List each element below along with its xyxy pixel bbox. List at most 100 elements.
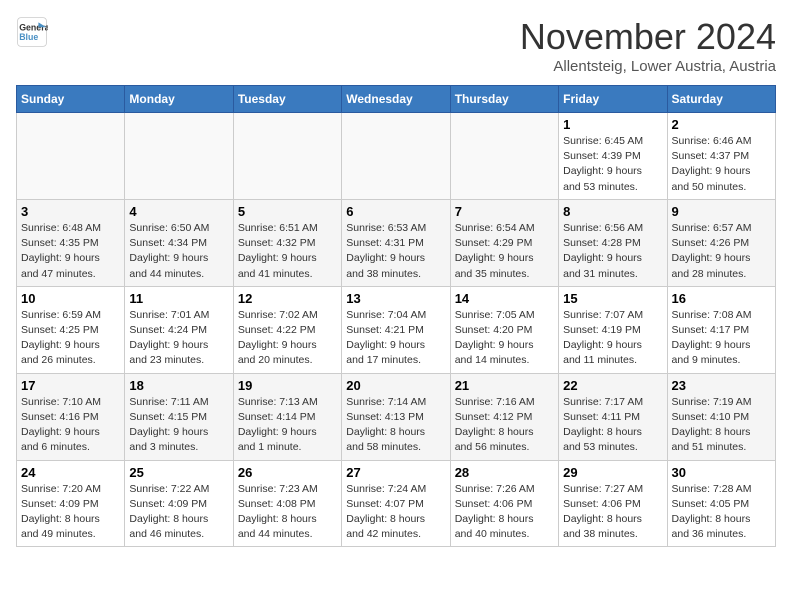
day-number: 30 (672, 465, 771, 480)
calendar-cell: 14 Sunrise: 7:05 AM Sunset: 4:20 PM Dayli… (450, 286, 558, 373)
calendar-cell: 24 Sunrise: 7:20 AM Sunset: 4:09 PM Dayli… (17, 460, 125, 547)
day-info: Sunrise: 7:16 AM Sunset: 4:12 PM Dayligh… (455, 395, 554, 456)
calendar-cell: 18 Sunrise: 7:11 AM Sunset: 4:15 PM Dayli… (125, 373, 233, 460)
calendar-cell: 26 Sunrise: 7:23 AM Sunset: 4:08 PM Dayli… (233, 460, 341, 547)
day-info: Sunrise: 7:19 AM Sunset: 4:10 PM Dayligh… (672, 395, 771, 456)
calendar-cell: 28Sunrise: 7:26 AM Sunset: 4:06 PM Dayli… (450, 460, 558, 547)
day-info: Sunrise: 6:45 AM Sunset: 4:39 PM Dayligh… (563, 134, 662, 195)
day-number: 15 (563, 291, 662, 306)
day-number: 18 (129, 378, 228, 393)
calendar-cell: 20 Sunrise: 7:14 AM Sunset: 4:13 PM Dayli… (342, 373, 450, 460)
calendar-cell: 27Sunrise: 7:24 AM Sunset: 4:07 PM Dayli… (342, 460, 450, 547)
calendar-cell: 17 Sunrise: 7:10 AM Sunset: 4:16 PM Dayli… (17, 373, 125, 460)
day-info: Sunrise: 6:50 AM Sunset: 4:34 PM Dayligh… (129, 221, 228, 282)
header: General Blue November 2024 Allentsteig, … (16, 16, 776, 75)
calendar-cell: 1 Sunrise: 6:45 AM Sunset: 4:39 PM Daylig… (559, 113, 667, 200)
day-number: 6 (346, 204, 445, 219)
day-info: Sunrise: 7:22 AM Sunset: 4:09 PM Dayligh… (129, 482, 228, 543)
calendar-week-row: 10 Sunrise: 6:59 AM Sunset: 4:25 PM Dayli… (17, 286, 776, 373)
day-info: Sunrise: 7:28 AM Sunset: 4:05 PM Dayligh… (672, 482, 771, 543)
day-info: Sunrise: 7:14 AM Sunset: 4:13 PM Dayligh… (346, 395, 445, 456)
calendar-cell: 30 Sunrise: 7:28 AM Sunset: 4:05 PM Dayli… (667, 460, 775, 547)
calendar-cell: 22 Sunrise: 7:17 AM Sunset: 4:11 PM Dayli… (559, 373, 667, 460)
day-number: 7 (455, 204, 554, 219)
day-number: 11 (129, 291, 228, 306)
location-title: Allentsteig, Lower Austria, Austria (520, 58, 776, 75)
day-info: Sunrise: 6:46 AM Sunset: 4:37 PM Dayligh… (672, 134, 771, 195)
day-number: 25 (129, 465, 228, 480)
day-number: 10 (21, 291, 120, 306)
calendar-cell: 2Sunrise: 6:46 AM Sunset: 4:37 PM Daylig… (667, 113, 775, 200)
day-info: Sunrise: 7:05 AM Sunset: 4:20 PM Dayligh… (455, 308, 554, 369)
day-info: Sunrise: 7:07 AM Sunset: 4:19 PM Dayligh… (563, 308, 662, 369)
day-number: 14 (455, 291, 554, 306)
calendar-cell: 13 Sunrise: 7:04 AM Sunset: 4:21 PM Dayli… (342, 286, 450, 373)
weekday-header-friday: Friday (559, 86, 667, 113)
day-info: Sunrise: 7:04 AM Sunset: 4:21 PM Dayligh… (346, 308, 445, 369)
calendar-cell (342, 113, 450, 200)
calendar-cell: 12 Sunrise: 7:02 AM Sunset: 4:22 PM Dayli… (233, 286, 341, 373)
day-number: 4 (129, 204, 228, 219)
calendar-cell: 23Sunrise: 7:19 AM Sunset: 4:10 PM Dayli… (667, 373, 775, 460)
day-info: Sunrise: 6:56 AM Sunset: 4:28 PM Dayligh… (563, 221, 662, 282)
calendar-cell: 4 Sunrise: 6:50 AM Sunset: 4:34 PM Daylig… (125, 199, 233, 286)
weekday-header-monday: Monday (125, 86, 233, 113)
calendar-cell: 11 Sunrise: 7:01 AM Sunset: 4:24 PM Dayli… (125, 286, 233, 373)
calendar-cell: 21 Sunrise: 7:16 AM Sunset: 4:12 PM Dayli… (450, 373, 558, 460)
day-number: 26 (238, 465, 337, 480)
day-info: Sunrise: 7:02 AM Sunset: 4:22 PM Dayligh… (238, 308, 337, 369)
day-info: Sunrise: 7:13 AM Sunset: 4:14 PM Dayligh… (238, 395, 337, 456)
day-number: 8 (563, 204, 662, 219)
day-number: 9 (672, 204, 771, 219)
calendar-week-row: 24 Sunrise: 7:20 AM Sunset: 4:09 PM Dayli… (17, 460, 776, 547)
calendar-week-row: 17 Sunrise: 7:10 AM Sunset: 4:16 PM Dayli… (17, 373, 776, 460)
day-number: 1 (563, 117, 662, 132)
weekday-header-row: SundayMondayTuesdayWednesdayThursdayFrid… (17, 86, 776, 113)
weekday-header-thursday: Thursday (450, 86, 558, 113)
svg-text:Blue: Blue (19, 32, 38, 42)
day-number: 21 (455, 378, 554, 393)
calendar-cell: 7Sunrise: 6:54 AM Sunset: 4:29 PM Daylig… (450, 199, 558, 286)
calendar-cell: 15 Sunrise: 7:07 AM Sunset: 4:19 PM Dayli… (559, 286, 667, 373)
calendar-cell (450, 113, 558, 200)
day-info: Sunrise: 7:27 AM Sunset: 4:06 PM Dayligh… (563, 482, 662, 543)
day-info: Sunrise: 7:17 AM Sunset: 4:11 PM Dayligh… (563, 395, 662, 456)
day-number: 20 (346, 378, 445, 393)
day-info: Sunrise: 6:48 AM Sunset: 4:35 PM Dayligh… (21, 221, 120, 282)
calendar-cell (17, 113, 125, 200)
day-info: Sunrise: 7:11 AM Sunset: 4:15 PM Dayligh… (129, 395, 228, 456)
weekday-header-saturday: Saturday (667, 86, 775, 113)
calendar-cell: 25 Sunrise: 7:22 AM Sunset: 4:09 PM Dayli… (125, 460, 233, 547)
day-number: 29 (563, 465, 662, 480)
day-number: 13 (346, 291, 445, 306)
calendar-cell: 16Sunrise: 7:08 AM Sunset: 4:17 PM Dayli… (667, 286, 775, 373)
calendar-cell: 3 Sunrise: 6:48 AM Sunset: 4:35 PM Daylig… (17, 199, 125, 286)
logo-icon: General Blue (16, 16, 48, 48)
weekday-header-wednesday: Wednesday (342, 86, 450, 113)
day-info: Sunrise: 6:53 AM Sunset: 4:31 PM Dayligh… (346, 221, 445, 282)
day-number: 12 (238, 291, 337, 306)
calendar-week-row: 1 Sunrise: 6:45 AM Sunset: 4:39 PM Daylig… (17, 113, 776, 200)
calendar-table: SundayMondayTuesdayWednesdayThursdayFrid… (16, 85, 776, 547)
title-block: November 2024 Allentsteig, Lower Austria… (520, 16, 776, 75)
logo: General Blue (16, 16, 52, 48)
calendar-week-row: 3 Sunrise: 6:48 AM Sunset: 4:35 PM Daylig… (17, 199, 776, 286)
month-title: November 2024 (520, 16, 776, 58)
day-number: 22 (563, 378, 662, 393)
day-number: 3 (21, 204, 120, 219)
day-number: 5 (238, 204, 337, 219)
day-info: Sunrise: 7:20 AM Sunset: 4:09 PM Dayligh… (21, 482, 120, 543)
calendar-cell: 10 Sunrise: 6:59 AM Sunset: 4:25 PM Dayli… (17, 286, 125, 373)
weekday-header-sunday: Sunday (17, 86, 125, 113)
day-info: Sunrise: 6:51 AM Sunset: 4:32 PM Dayligh… (238, 221, 337, 282)
day-number: 24 (21, 465, 120, 480)
day-info: Sunrise: 7:10 AM Sunset: 4:16 PM Dayligh… (21, 395, 120, 456)
day-info: Sunrise: 6:59 AM Sunset: 4:25 PM Dayligh… (21, 308, 120, 369)
calendar-cell: 8 Sunrise: 6:56 AM Sunset: 4:28 PM Daylig… (559, 199, 667, 286)
day-info: Sunrise: 7:01 AM Sunset: 4:24 PM Dayligh… (129, 308, 228, 369)
day-number: 17 (21, 378, 120, 393)
day-info: Sunrise: 7:23 AM Sunset: 4:08 PM Dayligh… (238, 482, 337, 543)
svg-text:General: General (19, 22, 48, 32)
weekday-header-tuesday: Tuesday (233, 86, 341, 113)
day-info: Sunrise: 6:57 AM Sunset: 4:26 PM Dayligh… (672, 221, 771, 282)
